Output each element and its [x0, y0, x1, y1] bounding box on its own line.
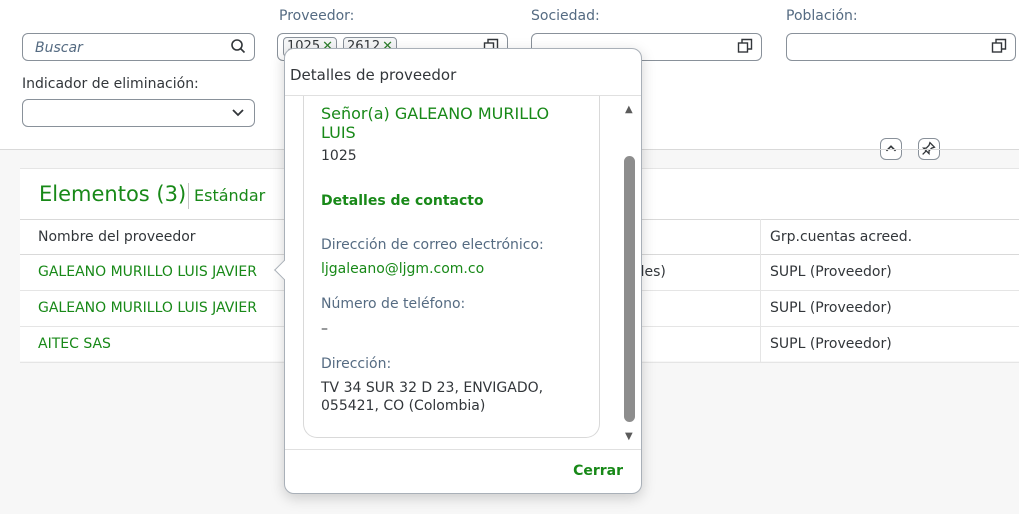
- popover-footer-divider: [285, 449, 641, 450]
- search-input[interactable]: Buscar: [22, 33, 255, 61]
- popover-title: Detalles de proveedor: [290, 66, 457, 84]
- supplier-full-name: Señor(a) GALEANO MURILLO LUIS: [321, 104, 550, 142]
- close-button[interactable]: Cerrar: [573, 463, 623, 479]
- supplier-id: 1025: [321, 148, 357, 164]
- deletion-label: Indicador de eliminación:: [22, 76, 199, 92]
- column-header-name[interactable]: Nombre del proveedor: [38, 229, 196, 245]
- search-placeholder: Buscar: [35, 40, 83, 56]
- scroll-down-icon[interactable]: ▼: [625, 431, 633, 442]
- supplier-label: Proveedor:: [279, 8, 355, 24]
- variant-divider: [188, 183, 189, 209]
- value-help-icon[interactable]: [737, 38, 753, 54]
- contact-section-title: Detalles de contacto: [321, 193, 484, 209]
- supplier-name-link[interactable]: AITEC SAS: [38, 336, 111, 352]
- contact-card: Señor(a) GALEANO MURILLO LUIS 1025 Detal…: [303, 96, 600, 438]
- chevron-down-icon[interactable]: [230, 104, 246, 120]
- email-link[interactable]: ljgaleano@ljgm.com.co: [321, 261, 484, 277]
- popover-scrollbar[interactable]: ▲ ▼: [622, 104, 636, 442]
- city-label: Población:: [786, 8, 858, 24]
- table-title: Elementos (3): [39, 182, 187, 206]
- deletion-select[interactable]: [22, 99, 255, 127]
- column-header-group[interactable]: Grp.cuentas acreed.: [770, 229, 912, 245]
- scrollbar-thumb[interactable]: [624, 156, 635, 422]
- address-label: Dirección:: [321, 356, 392, 372]
- supplier-name-link[interactable]: GALEANO MURILLO LUIS JAVIER: [38, 300, 257, 316]
- company-label: Sociedad:: [531, 8, 600, 24]
- phone-value: –: [321, 321, 328, 337]
- table-cell: SUPL (Proveedor): [770, 264, 892, 280]
- supplier-name-link[interactable]: GALEANO MURILLO LUIS JAVIER: [38, 264, 257, 280]
- table-cell: SUPL (Proveedor): [770, 336, 892, 352]
- value-help-icon[interactable]: [991, 38, 1007, 54]
- supplier-details-popover: Detalles de proveedor Señor(a) GALEANO M…: [274, 48, 642, 494]
- address-value: TV 34 SUR 32 D 23, ENVIGADO, 055421, CO …: [321, 380, 544, 414]
- search-icon[interactable]: [230, 38, 246, 54]
- phone-label: Número de teléfono:: [321, 296, 466, 312]
- table-cell: SUPL (Proveedor): [770, 300, 892, 316]
- variant-selector[interactable]: Estándar: [194, 186, 265, 205]
- email-label: Dirección de correo electrónico:: [321, 237, 544, 253]
- scroll-up-icon[interactable]: ▲: [625, 104, 633, 115]
- city-input[interactable]: [786, 33, 1016, 61]
